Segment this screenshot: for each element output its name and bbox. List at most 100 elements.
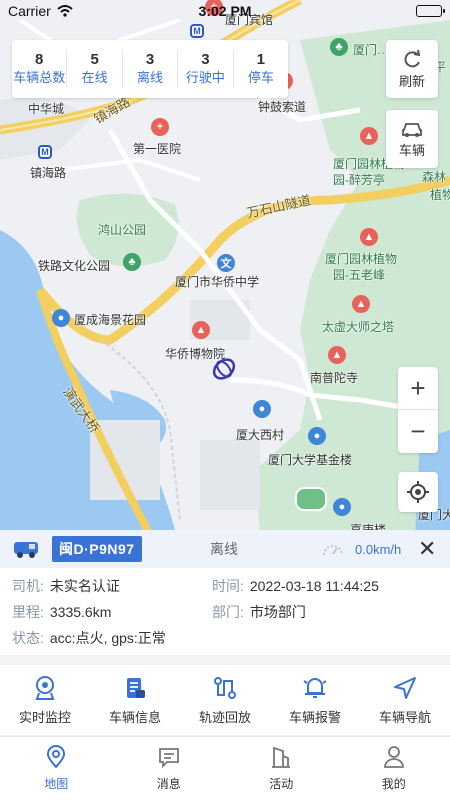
- track-playback-button[interactable]: 轨迹回放: [180, 665, 270, 735]
- realtime-monitor-button[interactable]: 实时监控: [0, 665, 90, 735]
- stat-label: 在线: [81, 70, 108, 85]
- tab-label: 我的: [381, 777, 406, 791]
- vehicle-list-button[interactable]: 车辆: [386, 110, 438, 168]
- vehicle-detail-panel: 闽D·P9N97 离线 0.0km/h ✕ 司机: 未实名认证 时间: 2022-0…: [0, 530, 450, 655]
- vehicle-alarm-button[interactable]: 车辆报警: [270, 665, 360, 735]
- map-label: 太虚大师之塔: [322, 320, 395, 334]
- vehicle-info-button[interactable]: 车辆信息: [90, 665, 180, 735]
- time-row: 时间: 2022-03-18 11:44:25: [212, 576, 379, 596]
- driver-row: 司机: 未实名认证: [12, 576, 120, 596]
- zoom-control: + −: [398, 367, 438, 453]
- stat-count: 5: [90, 51, 99, 68]
- map-label: 铁路文化公园: [38, 259, 111, 273]
- stat-label: 行驶中: [185, 70, 225, 85]
- vehicle-navigation-button[interactable]: 车辆导航: [360, 665, 450, 735]
- map-label: 镇海路: [30, 166, 67, 180]
- map-label: 厦门市华侨中学: [175, 275, 260, 289]
- time-value: 2022-03-18 11:44:25: [249, 578, 379, 594]
- stat-offline[interactable]: 3 离线: [123, 50, 179, 88]
- school-pin-icon: 文: [217, 254, 235, 272]
- bell-icon: [303, 677, 327, 698]
- map-label: 厦成海景花园: [74, 313, 147, 327]
- map-label: 厦门园林植物: [325, 252, 398, 266]
- tower-pin-icon: ▲: [352, 295, 370, 313]
- building-icon: [272, 746, 291, 768]
- map-label: 中华城: [28, 102, 65, 116]
- metro-icon: M: [190, 24, 204, 38]
- state-row: 状态: acc:点火, gps:正常: [12, 628, 166, 648]
- stat-count: 3: [201, 51, 210, 68]
- school-pin-icon: ●: [308, 427, 326, 445]
- document-icon: [127, 677, 145, 698]
- time-key: 时间:: [212, 578, 244, 594]
- map-label: 厦大西村: [236, 428, 285, 442]
- map-label: 园-五老峰: [333, 268, 385, 282]
- school-pin-icon: ●: [253, 400, 271, 418]
- refresh-button[interactable]: 刷新: [386, 40, 438, 98]
- tab-map[interactable]: 地图: [0, 737, 113, 800]
- dept-row: 部门: 市场部门: [212, 602, 306, 622]
- stat-parked[interactable]: 1 停车: [234, 50, 288, 88]
- refresh-icon: [404, 49, 421, 67]
- state-value: acc:点火, gps:正常: [49, 630, 166, 646]
- map-pin-icon: [47, 745, 66, 769]
- vehicle-stats-card: 8 车辆总数 5 在线 3 离线 3 行驶中 1 停车: [12, 40, 288, 98]
- license-plate: 闽D·P9N97: [52, 536, 142, 562]
- state-key: 状态:: [12, 630, 44, 646]
- action-label: 轨迹回放: [198, 709, 251, 725]
- stat-label: 停车: [247, 70, 274, 85]
- vehicle-status: 离线: [210, 541, 238, 557]
- car-icon: [402, 122, 422, 137]
- camera-icon: [35, 675, 55, 700]
- tab-label: 消息: [156, 777, 181, 791]
- stat-count: 1: [256, 51, 265, 68]
- mileage-row: 里程: 3335.6km: [12, 602, 111, 622]
- mileage-key: 里程:: [12, 604, 44, 620]
- tab-bar: 地图 消息 活动 我的: [0, 736, 450, 800]
- user-icon: [383, 746, 404, 768]
- park-pin-icon: ♣: [330, 38, 348, 56]
- vehicle-type-icon: [14, 542, 38, 558]
- stat-online[interactable]: 5 在线: [67, 50, 123, 88]
- map-label: 园-醉芳亭: [333, 173, 385, 187]
- battery-icon: [416, 5, 445, 17]
- zoom-in-button[interactable]: +: [398, 367, 438, 410]
- message-icon: [158, 748, 179, 769]
- tab-label: 活动: [269, 777, 294, 791]
- vehicle-marker-icon[interactable]: [211, 356, 237, 382]
- action-label: 车辆信息: [108, 709, 161, 725]
- map-label: 植物: [430, 188, 450, 202]
- map-label: 森林: [422, 170, 447, 184]
- status-bar: Carrier 3:02 PM: [0, 0, 450, 22]
- stat-label: 车辆总数: [13, 70, 66, 85]
- pavilion-pin-icon: ▲: [360, 127, 378, 145]
- locate-icon: [407, 481, 429, 503]
- wifi-icon: [57, 5, 73, 17]
- stat-total[interactable]: 8 车辆总数: [12, 50, 68, 88]
- stat-count: 3: [145, 51, 155, 68]
- park-pin-icon: ♣: [123, 253, 141, 271]
- vehicle-speed: 0.0km/h: [355, 541, 402, 557]
- map-label: 厦门大学基金楼: [268, 453, 353, 467]
- zoom-out-button[interactable]: −: [398, 410, 438, 453]
- route-icon: [214, 676, 236, 699]
- map-label: 第一医院: [133, 142, 182, 156]
- stat-label: 离线: [137, 70, 164, 85]
- action-label: 实时监控: [18, 709, 71, 725]
- locate-button[interactable]: [398, 472, 438, 512]
- stat-driving[interactable]: 3 行驶中: [178, 50, 234, 88]
- action-label: 车辆报警: [288, 709, 341, 725]
- tab-activity[interactable]: 活动: [225, 737, 338, 800]
- pavilion-pin-icon: ▲: [360, 228, 378, 246]
- stat-count: 8: [35, 51, 44, 68]
- action-label: 车辆导航: [378, 709, 431, 725]
- vehicle-header: 闽D·P9N97 离线 0.0km/h ✕: [0, 530, 450, 568]
- map-label: 钟鼓索道: [258, 100, 307, 114]
- refresh-label: 刷新: [398, 73, 425, 89]
- speedometer-icon: [323, 545, 343, 556]
- tab-messages[interactable]: 消息: [113, 737, 226, 800]
- close-icon[interactable]: ✕: [418, 536, 436, 562]
- map-label: 鸿山公园: [98, 223, 147, 237]
- tab-profile[interactable]: 我的: [338, 737, 450, 800]
- driver-value: 未实名认证: [49, 578, 120, 594]
